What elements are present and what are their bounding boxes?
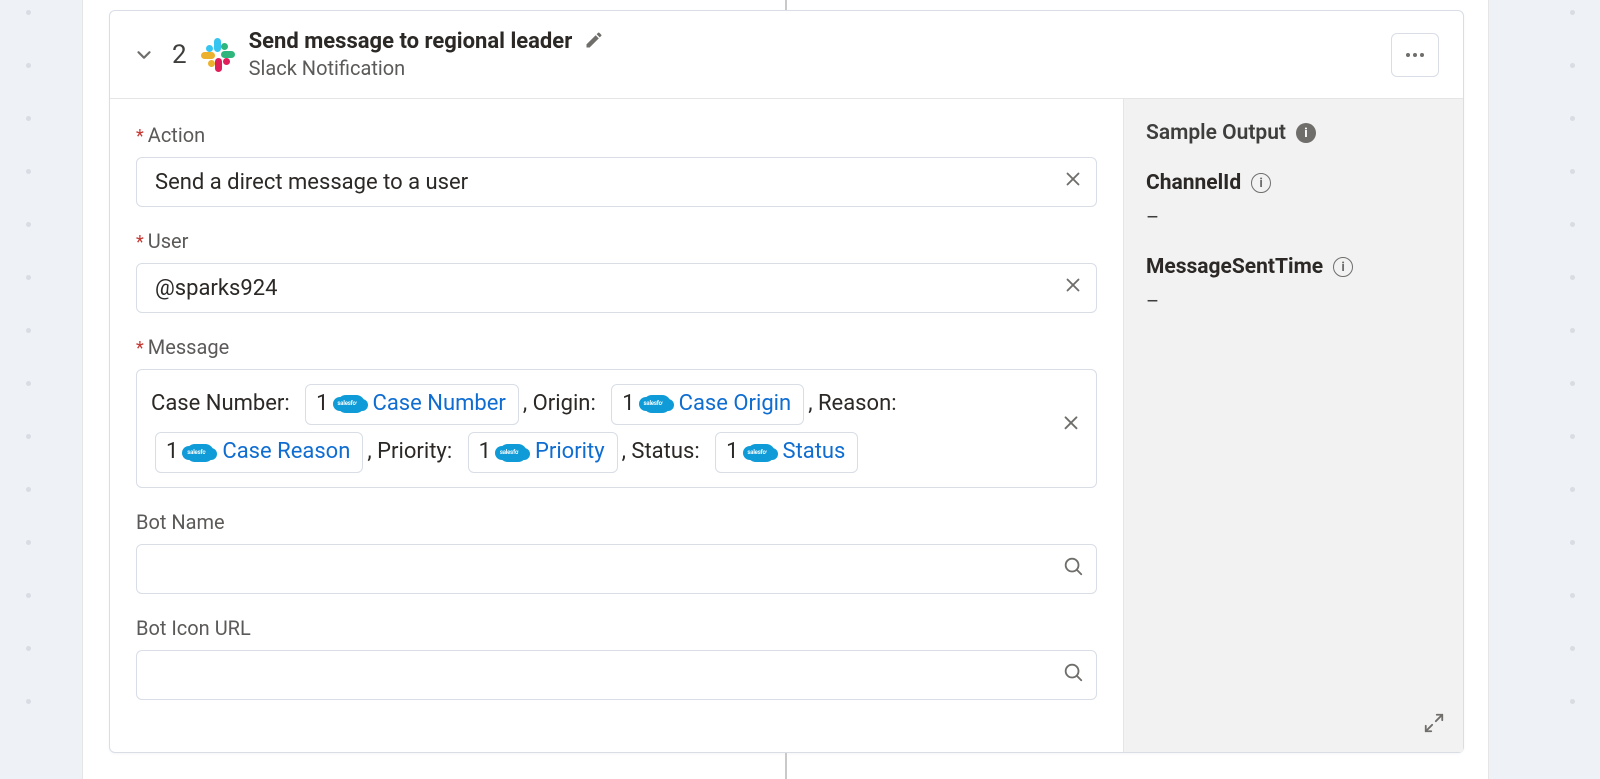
- field-label-text: Bot Icon URL: [136, 616, 251, 640]
- pill-step-number: 1: [166, 437, 178, 468]
- field-label-text: Message: [148, 335, 229, 359]
- user-input[interactable]: @sparks924: [136, 263, 1097, 313]
- pill-variable-label: Status: [783, 437, 846, 468]
- search-icon: [1062, 661, 1084, 689]
- step-actions-menu[interactable]: [1391, 33, 1439, 77]
- clear-user-button[interactable]: [1062, 274, 1084, 302]
- required-marker: *: [136, 128, 144, 146]
- step-title-block: Send message to regional leader Slack No…: [249, 29, 1377, 80]
- field-label-text: User: [148, 229, 189, 253]
- step-subtitle: Slack Notification: [249, 56, 1377, 80]
- salesforce-icon: salesforce: [643, 395, 671, 413]
- required-marker: *: [136, 234, 144, 252]
- user-value: @sparks924: [155, 276, 277, 301]
- output-field-value: –: [1146, 205, 1441, 229]
- required-marker: *: [136, 340, 144, 358]
- action-input[interactable]: Send a direct message to a user: [136, 157, 1097, 207]
- step-header: 2 Send message to regional leader Slack …: [110, 11, 1463, 99]
- info-icon[interactable]: i: [1251, 173, 1271, 193]
- canvas-grid-right: [1568, 0, 1576, 779]
- output-field: ChannelId i –: [1146, 171, 1441, 229]
- message-text-fragment: , Reason:: [808, 391, 896, 416]
- salesforce-icon: salesforce: [186, 444, 214, 462]
- field-label-text: Action: [148, 123, 205, 147]
- sample-output-header: Sample Output i: [1146, 121, 1441, 145]
- output-field: MessageSentTime i –: [1146, 255, 1441, 313]
- pill-variable-label: Priority: [535, 437, 605, 468]
- step-body: *Action Send a direct message to a user …: [110, 99, 1463, 752]
- pill-step-number: 1: [316, 389, 328, 420]
- pill-variable-label: Case Number: [373, 389, 506, 420]
- field-bot-name: Bot Name: [136, 510, 1097, 594]
- message-text-fragment: , Status:: [622, 439, 705, 464]
- output-field-label: ChannelId: [1146, 171, 1241, 195]
- edit-title-button[interactable]: [584, 30, 604, 54]
- sample-output-title: Sample Output: [1146, 121, 1286, 145]
- flow-canvas: 2 Send message to regional leader Slack …: [82, 0, 1489, 779]
- field-bot-icon-url: Bot Icon URL: [136, 616, 1097, 700]
- form-column: *Action Send a direct message to a user …: [110, 99, 1123, 752]
- collapse-toggle[interactable]: [130, 41, 158, 69]
- step-number: 2: [172, 40, 187, 70]
- expand-output-button[interactable]: [1423, 712, 1445, 738]
- variable-pill[interactable]: 1 salesforce Priority: [468, 432, 618, 473]
- field-label-text: Bot Name: [136, 510, 225, 534]
- action-value: Send a direct message to a user: [155, 170, 468, 195]
- canvas-grid-left: [24, 0, 32, 779]
- info-icon[interactable]: i: [1296, 123, 1316, 143]
- slack-icon: [201, 38, 235, 72]
- bot-icon-url-input[interactable]: [136, 650, 1097, 700]
- output-field-label: MessageSentTime: [1146, 255, 1323, 279]
- variable-pill[interactable]: 1 salesforce Case Number: [305, 384, 519, 425]
- clear-message-button[interactable]: [1060, 404, 1082, 452]
- variable-pill[interactable]: 1 salesforce Case Origin: [611, 384, 804, 425]
- step-card: 2 Send message to regional leader Slack …: [109, 10, 1464, 753]
- salesforce-icon: salesforce: [499, 444, 527, 462]
- pill-step-number: 1: [726, 437, 738, 468]
- search-icon: [1062, 555, 1084, 583]
- step-title: Send message to regional leader: [249, 29, 573, 54]
- variable-pill[interactable]: 1 salesforce Status: [715, 432, 858, 473]
- clear-action-button[interactable]: [1062, 168, 1084, 196]
- salesforce-icon: salesforce: [337, 395, 365, 413]
- field-action: *Action Send a direct message to a user: [136, 123, 1097, 207]
- message-text-fragment: Case Number:: [151, 391, 295, 416]
- message-input[interactable]: Case Number: 1 salesforce Case Number , Ori…: [136, 369, 1097, 488]
- connector-line-top: [785, 0, 787, 10]
- pill-variable-label: Case Reason: [222, 437, 350, 468]
- variable-pill[interactable]: 1 salesforce Case Reason: [155, 432, 363, 473]
- field-message: *Message Case Number: 1 salesforce Case Nu…: [136, 335, 1097, 488]
- connector-line-bottom: [785, 753, 787, 779]
- pill-step-number: 1: [622, 389, 634, 420]
- pill-variable-label: Case Origin: [679, 389, 792, 420]
- field-user: *User @sparks924: [136, 229, 1097, 313]
- message-text-fragment: , Origin:: [523, 391, 601, 416]
- salesforce-icon: salesforce: [747, 444, 775, 462]
- pill-step-number: 1: [479, 437, 491, 468]
- message-text-fragment: , Priority:: [367, 439, 457, 464]
- bot-name-input[interactable]: [136, 544, 1097, 594]
- output-field-value: –: [1146, 289, 1441, 313]
- sample-output-panel: Sample Output i ChannelIdi–MessageSentTi…: [1123, 99, 1463, 752]
- info-icon[interactable]: i: [1333, 257, 1353, 277]
